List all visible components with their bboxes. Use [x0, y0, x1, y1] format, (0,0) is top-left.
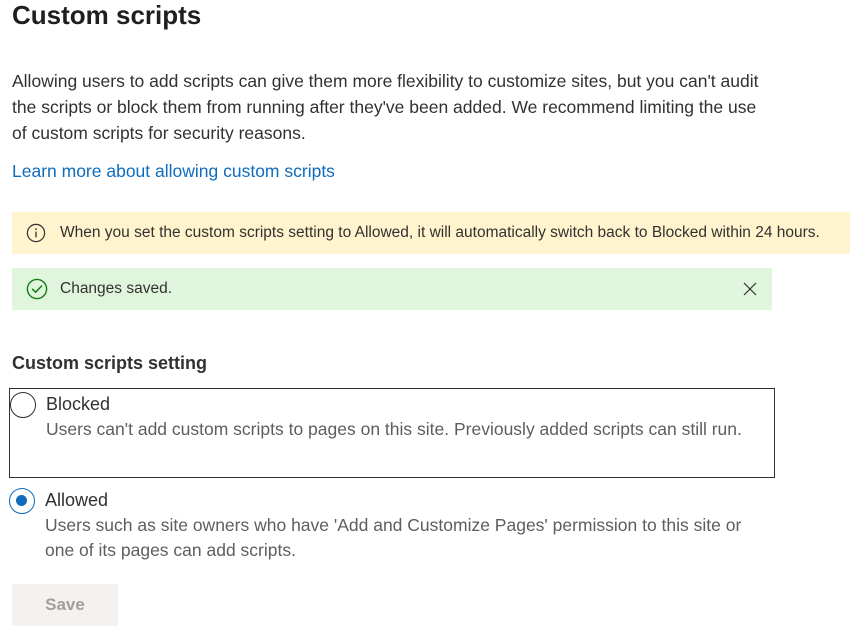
learn-more-link[interactable]: Learn more about allowing custom scripts [12, 158, 335, 184]
checkmark-circle-icon [26, 278, 48, 300]
info-icon [26, 223, 46, 243]
radio-button-blocked[interactable] [10, 392, 36, 418]
close-icon[interactable] [740, 279, 760, 299]
page-title: Custom scripts [12, 0, 202, 30]
radio-option-blocked[interactable]: Blocked Users can't add custom scripts t… [9, 388, 775, 478]
radio-option-allowed[interactable]: Allowed Users such as site owners who ha… [9, 485, 775, 565]
success-message-text: Changes saved. [60, 280, 173, 297]
option-description-allowed: Users such as site owners who have 'Add … [45, 515, 742, 560]
save-button[interactable]: Save [12, 584, 118, 626]
info-message-text: When you set the custom scripts setting … [60, 224, 820, 241]
option-description-blocked: Users can't add custom scripts to pages … [46, 419, 742, 439]
page-description: Allowing users to add scripts can give t… [12, 71, 759, 143]
option-title-blocked: Blocked [46, 394, 111, 414]
radio-button-allowed[interactable] [9, 488, 35, 514]
info-message-bar: When you set the custom scripts setting … [12, 212, 850, 254]
option-title-allowed: Allowed [45, 490, 109, 510]
success-message-bar: Changes saved. [12, 268, 772, 310]
custom-scripts-setting-label: Custom scripts setting [12, 353, 208, 373]
